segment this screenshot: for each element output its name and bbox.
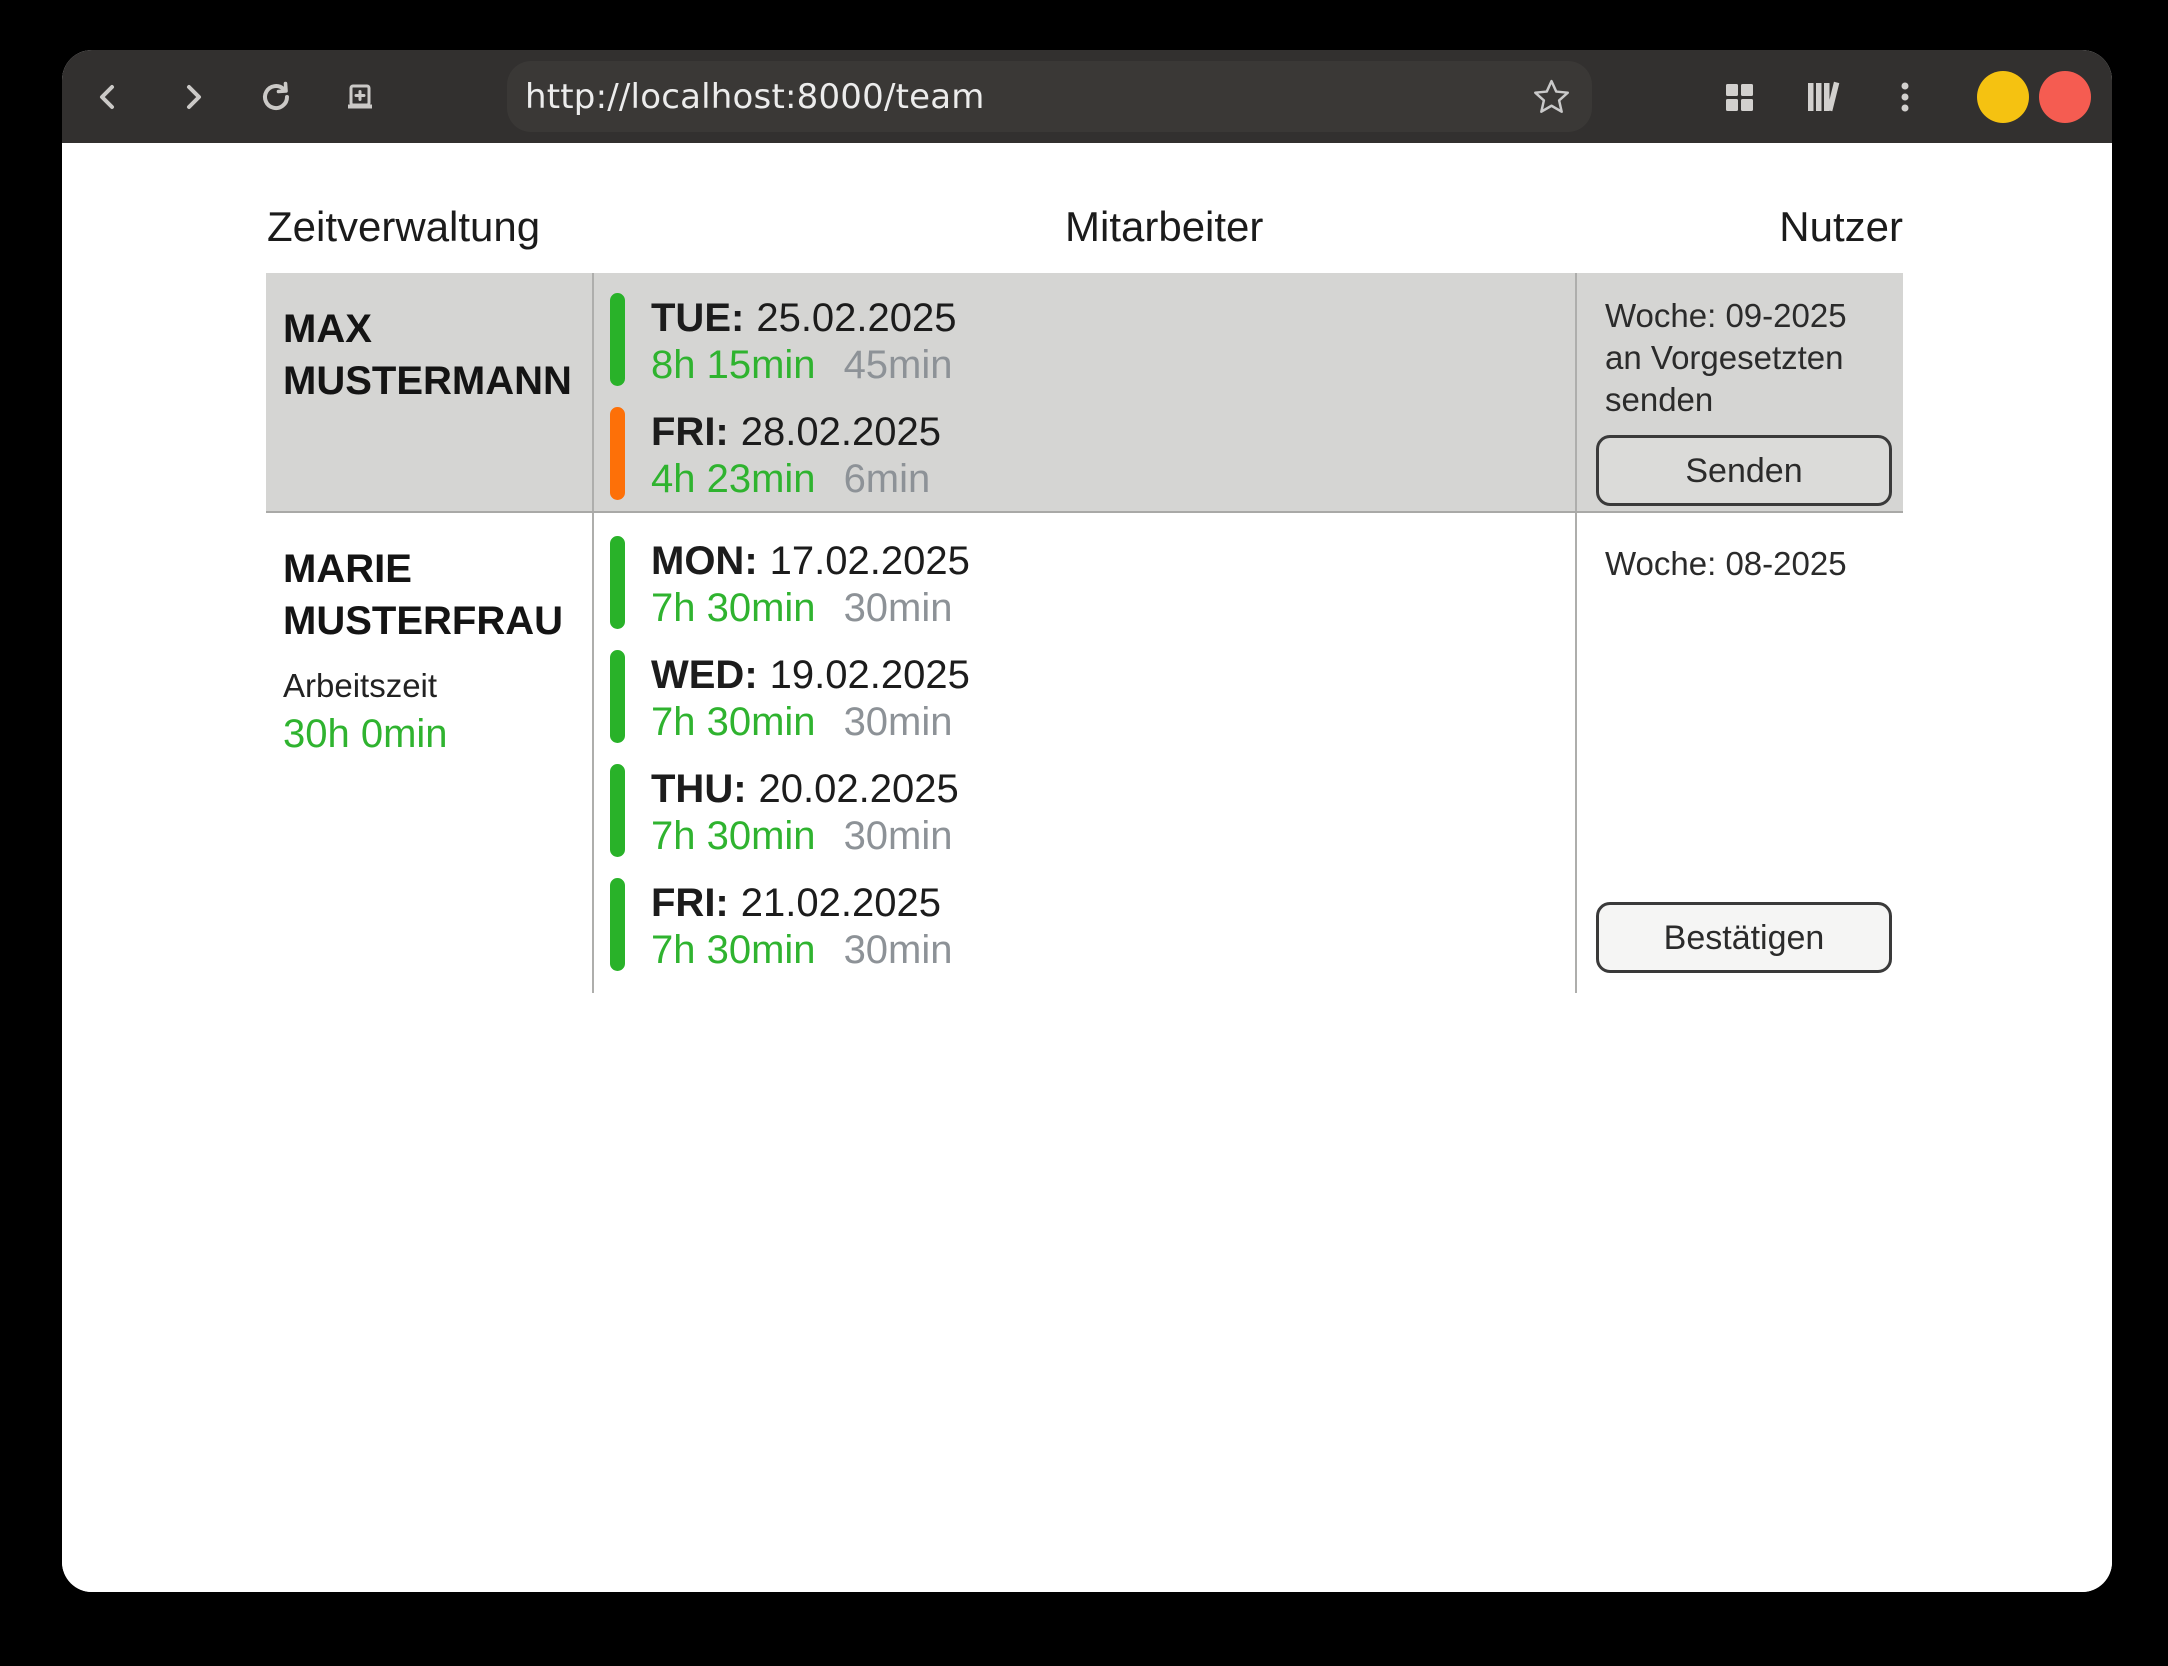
week-cell: Woche: 08-2025 Bestätigen [1575, 513, 1903, 993]
time-entry: FRI: 28.02.2025 4h 23min 6min [610, 407, 1575, 502]
employee-name: MARIE MUSTERFRAU [283, 543, 573, 647]
kebab-menu-icon [1888, 80, 1922, 114]
bestaetigen-button[interactable]: Bestätigen [1596, 902, 1892, 973]
reload-icon [260, 81, 292, 113]
entry-worktime: 7h 30min [651, 586, 816, 630]
menu-button[interactable] [1889, 81, 1921, 113]
employee-table: MAX MUSTERMANN TUE: 25.02.2025 8h 15min 45… [266, 273, 1903, 993]
worktime-label: Arbeitszeit [283, 663, 592, 709]
entry-pause: 45min [844, 343, 953, 387]
employee-name: MAX MUSTERMANN [283, 303, 573, 407]
status-bar [610, 407, 625, 500]
entry-date: 17.02.2025 [770, 539, 970, 583]
forward-icon [177, 81, 209, 113]
time-entry: THU: 20.02.2025 7h 30min 30min [610, 764, 1575, 859]
week-cell: Woche: 09-2025 an Vorgesetzten senden Se… [1575, 273, 1903, 511]
week-label: Woche: 08-2025 [1605, 543, 1903, 585]
entry-date: 21.02.2025 [741, 881, 941, 925]
entries-cell: MON: 17.02.2025 7h 30min 30min WED: 19.02.2… [592, 513, 1575, 993]
time-entry: TUE: 25.02.2025 8h 15min 45min [610, 293, 1575, 388]
new-tab-icon [344, 81, 376, 113]
worktime-value: 30h 0min [283, 709, 592, 759]
nav-nutzer[interactable]: Nutzer [1779, 201, 1903, 253]
entry-pause: 30min [844, 814, 953, 858]
entry-date: 28.02.2025 [741, 410, 941, 454]
library-icon [1804, 79, 1840, 115]
close-button[interactable] [2039, 71, 2091, 123]
entry-worktime: 7h 30min [651, 700, 816, 744]
entry-worktime: 4h 23min [651, 457, 816, 501]
time-entry: MON: 17.02.2025 7h 30min 30min [610, 536, 1575, 631]
status-bar [610, 764, 625, 857]
url-bar[interactable]: http://localhost:8000/team [507, 61, 1592, 132]
reload-button[interactable] [260, 81, 292, 113]
new-tab-button[interactable] [344, 81, 376, 113]
nav-zeitverwaltung[interactable]: Zeitverwaltung [267, 201, 540, 253]
entry-day: THU: [651, 767, 747, 811]
status-bar [610, 878, 625, 971]
status-bar [610, 536, 625, 629]
table-row-marie-musterfrau: MARIE MUSTERFRAU Arbeitszeit 30h 0min MO… [266, 513, 1903, 993]
time-entry: FRI: 21.02.2025 7h 30min 30min [610, 878, 1575, 973]
entry-day: FRI: [651, 410, 729, 454]
name-cell: MAX MUSTERMANN [266, 273, 592, 511]
time-entry: WED: 19.02.2025 7h 30min 30min [610, 650, 1575, 745]
entry-day: TUE: [651, 296, 744, 340]
name-cell: MARIE MUSTERFRAU Arbeitszeit 30h 0min [266, 513, 592, 993]
entry-pause: 6min [844, 457, 931, 501]
tab-overview-button[interactable] [1723, 81, 1755, 113]
entry-worktime: 7h 30min [651, 814, 816, 858]
tab-grid-icon [1722, 80, 1756, 114]
entry-pause: 30min [844, 928, 953, 972]
entry-date: 20.02.2025 [759, 767, 959, 811]
entry-day: WED: [651, 653, 758, 697]
status-bar [610, 650, 625, 743]
nav-mitarbeiter[interactable]: Mitarbeiter [1065, 201, 1263, 253]
entry-day: FRI: [651, 881, 729, 925]
senden-button[interactable]: Senden [1596, 435, 1892, 506]
back-icon [92, 81, 124, 113]
status-bar [610, 293, 625, 386]
browser-window: http://localhost:8000/team [62, 50, 2112, 1592]
library-button[interactable] [1806, 81, 1838, 113]
back-button[interactable] [92, 81, 124, 113]
page-content: Zeitverwaltung Mitarbeiter Nutzer MAX MU… [62, 143, 2112, 1592]
entry-day: MON: [651, 539, 758, 583]
browser-toolbar: http://localhost:8000/team [62, 50, 2112, 143]
url-text: http://localhost:8000/team [525, 77, 985, 117]
table-row-max-mustermann: MAX MUSTERMANN TUE: 25.02.2025 8h 15min 45… [266, 273, 1903, 513]
entry-date: 19.02.2025 [770, 653, 970, 697]
week-label: an Vorgesetzten [1605, 337, 1903, 379]
forward-button[interactable] [177, 81, 209, 113]
entry-date: 25.02.2025 [756, 296, 956, 340]
entries-cell: TUE: 25.02.2025 8h 15min 45min FRI: 28.02.2… [592, 273, 1575, 511]
entry-worktime: 8h 15min [651, 343, 816, 387]
entry-pause: 30min [844, 586, 953, 630]
week-label: Woche: 09-2025 [1605, 295, 1903, 337]
minimize-button[interactable] [1977, 71, 2029, 123]
entry-pause: 30min [844, 700, 953, 744]
bookmark-star-icon[interactable] [1533, 78, 1570, 115]
week-label: senden [1605, 379, 1903, 421]
entry-worktime: 7h 30min [651, 928, 816, 972]
